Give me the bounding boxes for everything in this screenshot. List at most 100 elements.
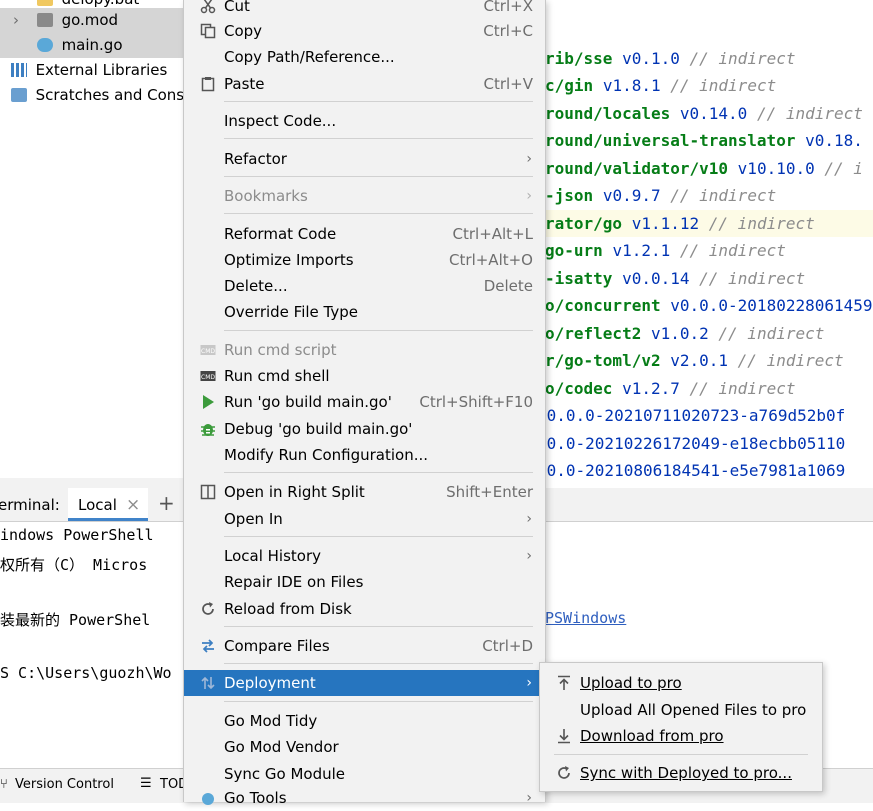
menu-item-copy-path[interactable]: Copy Path/Reference... — [184, 44, 545, 70]
todo-icon[interactable]: ☰ — [140, 776, 152, 791]
submenu-item-download[interactable]: Download from pro — [540, 723, 822, 749]
code-cm: // i — [824, 159, 863, 178]
menu-item-run-cmd-script[interactable]: CMD Run cmd script — [184, 337, 545, 363]
code-line: rator/go v1.1.12 // indirect — [545, 210, 873, 237]
menu-item-run[interactable]: Run 'go build main.go' Ctrl+Shift+F10 — [184, 389, 545, 415]
tree-item-main-go[interactable]: main.go — [0, 33, 184, 58]
code-line: o/codec v1.2.7 // indirect — [545, 375, 873, 402]
code-pkg: go-urn — [545, 241, 603, 260]
menu-item-local-history[interactable]: Local History › — [184, 543, 545, 569]
menu-separator — [224, 176, 533, 177]
submenu-item-upload[interactable]: Upload to pro — [540, 670, 822, 696]
code-line: round/validator/v10 v10.10.0 // i — [545, 155, 873, 182]
terminal-line: indows PowerShell — [0, 526, 154, 544]
menu-item-override-file-type[interactable]: Override File Type — [184, 299, 545, 325]
scratches-icon — [10, 88, 27, 102]
menu-item-refactor[interactable]: Refactor › — [184, 146, 545, 172]
terminal-line: S C:\Users\guozh\Wo — [0, 664, 172, 682]
chevron-right-icon: › — [526, 188, 532, 204]
close-icon[interactable]: × — [126, 495, 140, 515]
deployment-icon — [201, 676, 215, 690]
code-ver: .0.0-20210806184541-e5e7981a1069 — [537, 461, 846, 480]
menu-item-delete[interactable]: Delete... Delete — [184, 273, 545, 299]
menu-item-bookmarks[interactable]: Bookmarks › — [184, 183, 545, 209]
menu-separator — [224, 701, 533, 702]
menu-item-repair-ide[interactable]: Repair IDE on Files — [184, 569, 545, 595]
code-ver: v0.0.14 — [622, 269, 690, 288]
terminal-line: 权所有（C） Micros — [0, 556, 148, 574]
svg-text:CMD: CMD — [201, 374, 215, 381]
terminal-tab-local[interactable]: Local × — [68, 488, 148, 521]
menu-separator — [224, 330, 533, 331]
menu-item-go-mod-tidy[interactable]: Go Mod Tidy — [184, 708, 545, 734]
code-cm: // indirect — [737, 351, 844, 370]
code-pkg: o/reflect2 — [545, 324, 642, 343]
code-pkg: round/locales — [545, 104, 671, 123]
go-mod-file-icon — [36, 13, 53, 27]
code-cm: // indirect — [708, 214, 815, 233]
paste-icon — [201, 77, 215, 92]
code-cm: // indirect — [718, 324, 825, 343]
menu-item-optimize-imports[interactable]: Optimize Imports Ctrl+Alt+O — [184, 247, 545, 273]
menu-item-reload-from-disk[interactable]: Reload from Disk — [184, 596, 545, 622]
code-line: o/reflect2 v1.0.2 // indirect — [545, 320, 873, 347]
code-cm: // indirect — [679, 241, 786, 260]
tree-item-external-libraries[interactable]: External Libraries — [0, 58, 184, 83]
menu-item-run-cmd-shell[interactable]: CMD Run cmd shell — [184, 363, 545, 389]
terminal-link[interactable]: PSWindows — [545, 609, 626, 627]
menu-item-cut[interactable]: Cut Ctrl+X — [184, 0, 545, 19]
code-ver: v0.14.0 — [679, 104, 748, 123]
terminal-line: 装最新的 PowerShel — [0, 611, 151, 629]
menu-separator — [224, 213, 533, 214]
code-ver: v2.0.1 — [670, 351, 729, 370]
code-ver: v10.10.0 — [737, 159, 815, 178]
code-ver: v0.1.0 — [622, 49, 680, 68]
menu-item-copy[interactable]: Copy Ctrl+C — [184, 18, 545, 44]
menu-item-open-in[interactable]: Open In › — [184, 506, 545, 532]
code-cm: // indirect — [689, 49, 796, 68]
chevron-right-icon: › — [526, 790, 532, 806]
code-cm: // indirect — [670, 186, 777, 205]
submenu-item-sync[interactable]: Sync with Deployed to pro... — [540, 760, 822, 786]
version-control-icon[interactable]: ⑂ — [0, 777, 8, 792]
chevron-right-icon[interactable]: › — [0, 8, 32, 33]
menu-item-deployment[interactable]: Deployment › — [184, 670, 545, 696]
menu-item-debug[interactable]: Debug 'go build main.go' — [184, 416, 545, 442]
menu-item-paste[interactable]: Paste Ctrl+V — [184, 71, 545, 97]
menu-item-reformat-code[interactable]: Reformat Code Ctrl+Alt+L — [184, 221, 545, 247]
menu-item-sync-go-module[interactable]: Sync Go Module — [184, 761, 545, 787]
menu-item-go-tools[interactable]: Go Tools › — [184, 785, 545, 811]
terminal-title: erminal: — [0, 496, 60, 514]
code-ver: v0.0.0-20180228061459 — [670, 296, 873, 315]
menu-separator — [224, 472, 533, 473]
code-line: rib/sse v0.1.0 // indirect — [545, 45, 873, 72]
tree-item-scratches[interactable]: Scratches and Conso — [0, 83, 193, 108]
code-pkg: rator/go — [545, 214, 623, 233]
terminal-tab-label: Local — [78, 496, 117, 514]
menu-item-go-mod-vendor[interactable]: Go Mod Vendor — [184, 734, 545, 760]
submenu-item-upload-all[interactable]: Upload All Opened Files to pro — [540, 697, 822, 723]
menu-item-open-right-split[interactable]: Open in Right Split Shift+Enter — [184, 479, 545, 505]
bat-file-icon — [36, 0, 53, 6]
download-icon — [558, 729, 570, 744]
context-menu: Cut Ctrl+X Copy Ctrl+C Copy Path/Referen… — [183, 0, 546, 807]
code-pkg: round/validator/v10 — [545, 159, 729, 178]
code-line: v0.0.0-20210711020723-a769d52b0f — [537, 402, 867, 429]
code-pkg: o/concurrent — [545, 296, 661, 315]
menu-item-modify-run-config[interactable]: Modify Run Configuration... — [184, 442, 545, 468]
code-line: r/go-toml/v2 v2.0.1 // indirect — [545, 347, 873, 374]
add-tab-icon[interactable]: + — [158, 491, 175, 515]
menu-item-compare-files[interactable]: Compare Files Ctrl+D — [184, 633, 545, 659]
menu-item-inspect-code[interactable]: Inspect Code... — [184, 108, 545, 134]
terminal-splitter[interactable] — [0, 478, 184, 488]
tree-item-go-mod[interactable]: › go.mod — [0, 8, 184, 33]
code-ver: v1.2.1 — [612, 241, 671, 260]
run-icon — [203, 395, 214, 409]
chevron-right-icon: › — [526, 151, 532, 167]
code-pkg: c/gin — [545, 76, 594, 95]
code-ver: v1.8.1 — [602, 76, 661, 95]
sync-icon — [558, 766, 570, 779]
copy-icon — [200, 23, 216, 39]
version-control-button[interactable]: Version Control — [15, 777, 114, 792]
scissors-icon — [200, 0, 216, 14]
